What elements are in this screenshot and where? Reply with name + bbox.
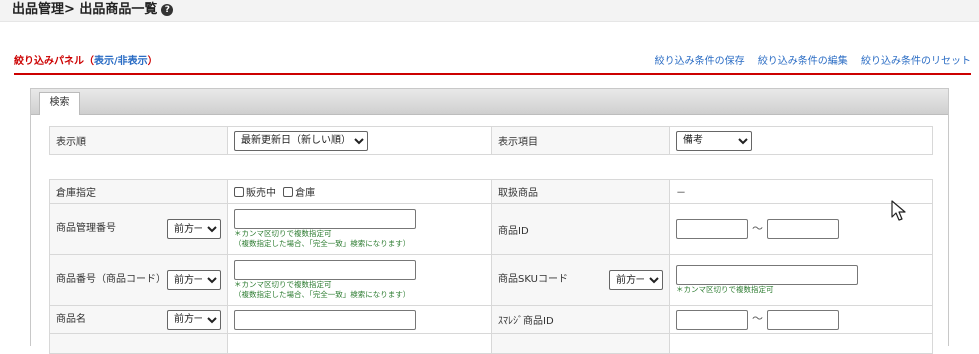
smaregi-id-tilde: ～ [752,312,763,325]
product-code-label: 商品番号（商品コード） [56,274,166,285]
sku-code-input[interactable] [676,265,858,285]
search-tab-area: 検索 表示順 最新更新日（新しい順） 表示項目 備考 倉庫指定 販売中 倉庫 取… [30,88,949,354]
partial-value-cell [227,333,492,354]
sku-code-label-cell: 商品SKUコード 前方一致 [491,254,670,306]
sku-code-match-select[interactable]: 前方一致 [609,270,663,290]
filter-panel-links: 絞り込み条件の保存 絞り込み条件の編集 絞り込み条件のリセット [645,56,971,68]
tab-bar: 検索 [31,89,948,115]
help-icon[interactable]: ? [161,4,174,16]
smaregi-id-label-cell: ｽﾏﾚｼﾞ商品ID [491,305,670,334]
display-items-label-cell: 表示項目 [491,126,670,155]
product-name-value-cell [227,305,492,334]
sort-order-select[interactable]: 最新更新日（新しい順） [234,130,368,151]
product-id-label-cell: 商品ID [491,203,670,255]
smaregi-id-label: ｽﾏﾚｼﾞ商品ID [498,316,554,327]
smaregi-id-value-cell: ～ [669,305,933,334]
product-id-label: 商品ID [498,225,529,237]
partial-value-cell-2 [669,333,933,354]
mgmt-no-label: 商品管理番号 [56,223,116,234]
filter-row-partial [49,333,933,354]
on-sale-checkbox-label: 販売中 [246,188,276,199]
product-code-note-2: （複数指定した場合、「完全一致」検索になります） [234,290,411,299]
warehouse-label-cell: 倉庫指定 [49,179,228,204]
product-id-to-input[interactable] [767,219,839,239]
warehouse-value-cell: 販売中 倉庫 [227,179,492,204]
filter-table: 倉庫指定 販売中 倉庫 取扱商品 － 商品管理番号 前方一致 ＊カンマ区切りで複… [49,179,933,354]
sort-label-cell: 表示順 [49,126,228,155]
filter-panel-bar: 絞り込みパネル（表示/非表示） 絞り込み条件の保存 絞り込み条件の編集 絞り込み… [14,56,971,75]
edit-filter-link[interactable]: 絞り込み条件の編集 [758,56,848,67]
sort-value-cell: 最新更新日（新しい順） [227,126,492,155]
sku-code-label: 商品SKUコード [498,274,568,285]
save-filter-link[interactable]: 絞り込み条件の保存 [655,56,745,67]
filter-panel-title: 絞り込みパネル（表示/非表示） [14,56,158,68]
product-code-input[interactable] [234,260,416,280]
product-code-value-cell: ＊カンマ区切りで複数指定可 （複数指定した場合、「完全一致」検索になります） [227,254,492,306]
page-title-text: 出品管理> 出品商品一覧 [12,2,158,17]
reset-filter-link[interactable]: 絞り込み条件のリセット [861,56,971,67]
mgmt-no-note-1: ＊カンマ区切りで複数指定可 [234,229,332,238]
product-name-label-cell: 商品名 前方一致 [49,305,228,334]
filter-panel-label-end: ） [147,56,158,67]
on-sale-checkbox[interactable] [234,187,244,197]
handling-value: － [676,188,686,199]
smaregi-id-to-input[interactable] [767,309,839,330]
filter-row-product-code: 商品番号（商品コード） 前方一致 ＊カンマ区切りで複数指定可 （複数指定した場合… [49,254,933,306]
partial-label-cell-2 [491,333,670,354]
sort-label: 表示順 [56,137,86,148]
display-items-select[interactable]: 備考 [676,130,752,151]
product-name-label: 商品名 [56,313,86,325]
product-code-label-cell: 商品番号（商品コード） 前方一致 [49,254,228,306]
display-items-value-cell: 備考 [669,126,933,155]
mouse-cursor-icon [891,200,906,221]
warehouse-label: 倉庫指定 [56,188,96,199]
smaregi-id-from-input[interactable] [676,309,748,330]
warehouse-checkbox[interactable] [283,187,294,197]
product-code-match-select[interactable]: 前方一致 [167,270,221,290]
page-title: 出品管理> 出品商品一覧? [12,0,174,20]
mgmt-no-input[interactable] [234,209,416,229]
product-id-from-input[interactable] [676,219,748,239]
partial-label-cell [49,333,228,354]
mgmt-no-value-cell: ＊カンマ区切りで複数指定可 （複数指定した場合、「完全一致」検索になります） [227,203,492,255]
mgmt-no-match-select[interactable]: 前方一致 [167,219,221,239]
sku-code-note: ＊カンマ区切りで複数指定可 [676,285,774,294]
filter-row-product-name: 商品名 前方一致 ｽﾏﾚｼﾞ商品ID ～ [49,305,933,334]
mgmt-no-note-2: （複数指定した場合、「完全一致」検索になります） [234,239,411,248]
display-items-label: 表示項目 [498,137,538,148]
product-name-match-select[interactable]: 前方一致 [167,309,221,330]
handling-label-cell: 取扱商品 [491,179,670,204]
product-id-tilde: ～ [752,221,763,235]
mgmt-no-label-cell: 商品管理番号 前方一致 [49,203,228,255]
product-name-input[interactable] [234,309,416,330]
tab-search[interactable]: 検索 [39,92,80,115]
sort-table: 表示順 最新更新日（新しい順） 表示項目 備考 [49,126,933,155]
product-code-note-1: ＊カンマ区切りで複数指定可 [234,280,332,289]
warehouse-checkbox-label: 倉庫 [295,188,316,199]
filter-panel-label: 絞り込みパネル（ [14,56,94,67]
page-header: 出品管理> 出品商品一覧? [0,0,979,22]
handling-label: 取扱商品 [498,188,538,199]
sku-code-value-cell: ＊カンマ区切りで複数指定可 [669,254,933,306]
filter-row-warehouse: 倉庫指定 販売中 倉庫 取扱商品 － [49,179,933,204]
filter-panel-toggle-link[interactable]: 表示/非表示 [94,56,148,67]
filter-row-mgmt-no: 商品管理番号 前方一致 ＊カンマ区切りで複数指定可 （複数指定した場合、「完全一… [49,203,933,255]
